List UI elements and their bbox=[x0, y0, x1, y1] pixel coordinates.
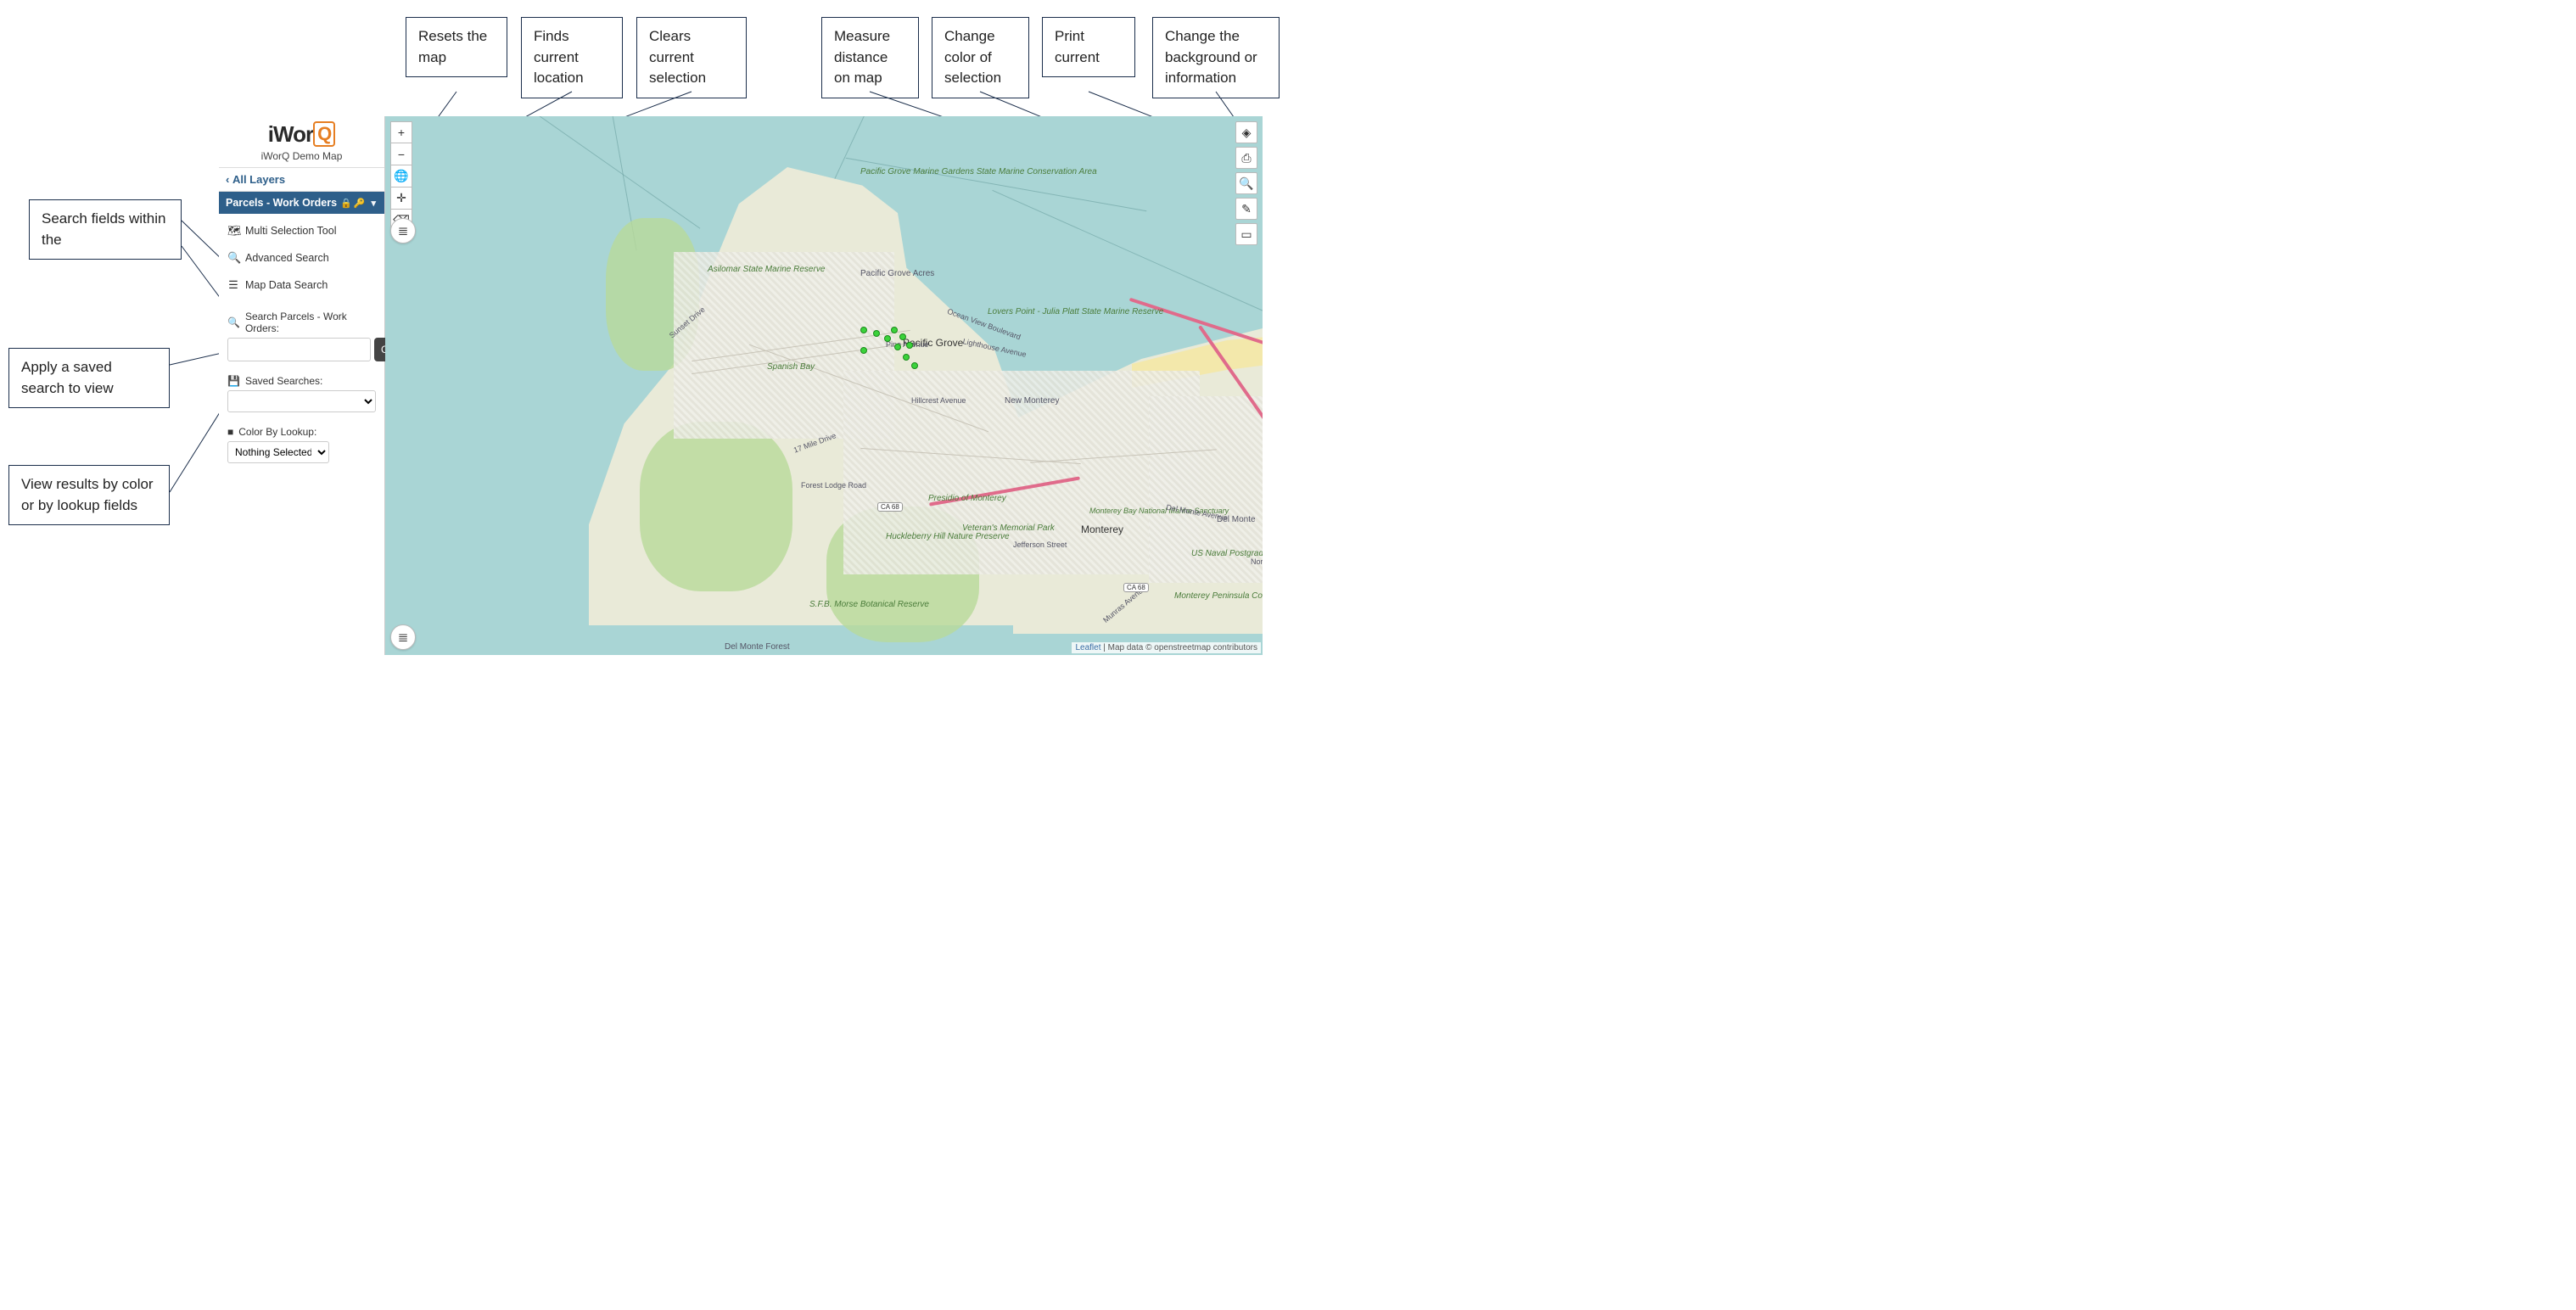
sidebar: iWorQ iWorQ Demo Map All Layers Parcels … bbox=[219, 116, 385, 655]
zoom-out-button[interactable]: − bbox=[390, 143, 412, 165]
active-layer-header[interactable]: Parcels - Work Orders 🔒🔑 ▾ bbox=[219, 192, 384, 214]
callout-clear: Clears current selection bbox=[636, 17, 747, 98]
data-marker[interactable] bbox=[906, 342, 913, 349]
multi-selection-tool[interactable]: 🗺 Multi Selection Tool bbox=[219, 217, 384, 244]
data-marker[interactable] bbox=[894, 344, 901, 350]
place-sfb: S.F.B. Morse Botanical Reserve bbox=[809, 600, 886, 609]
data-marker[interactable] bbox=[860, 327, 867, 333]
place-asilomar: Asilomar State Marine Reserve bbox=[708, 265, 801, 274]
list-icon: ≣ bbox=[398, 630, 409, 645]
callout-saved-search: Apply a saved search to view bbox=[8, 348, 170, 408]
section-text: Search Parcels - Work Orders: bbox=[245, 311, 376, 334]
data-marker[interactable] bbox=[891, 327, 898, 333]
print-icon: ⎙ bbox=[1241, 151, 1251, 165]
active-layer-label: Parcels - Work Orders bbox=[226, 197, 337, 209]
logo-q: Q bbox=[313, 121, 335, 147]
map-data-search-tool[interactable]: ☰ Map Data Search bbox=[219, 272, 384, 299]
crosshair-icon: ✛ bbox=[396, 191, 406, 205]
logo: iWorQ bbox=[219, 116, 384, 150]
tool-label: Multi Selection Tool bbox=[245, 225, 336, 237]
globe-icon: 🌐 bbox=[394, 169, 408, 183]
tool-label: Advanced Search bbox=[245, 252, 329, 264]
shield-ca68-1: CA 68 bbox=[877, 502, 903, 512]
saved-searches-label: 💾 Saved Searches: bbox=[219, 367, 384, 390]
layer-tools: 🗺 Multi Selection Tool 🔍 Advanced Search… bbox=[219, 214, 384, 302]
callout-color-lookup: View results by color or by lookup field… bbox=[8, 465, 170, 525]
road-hillcrest: Hillcrest Avenue bbox=[911, 396, 966, 405]
data-marker[interactable] bbox=[873, 330, 880, 337]
list-icon: ≣ bbox=[398, 223, 409, 238]
advanced-search-tool[interactable]: 🔍 Advanced Search bbox=[219, 244, 384, 272]
callout-search-fields: Search fields within the bbox=[29, 199, 182, 260]
place-spanish-bay: Spanish Bay bbox=[767, 362, 815, 372]
tool-label: Map Data Search bbox=[245, 279, 328, 291]
logo-wor: Wor bbox=[273, 121, 313, 147]
map-canvas[interactable]: Pacific Grove New Monterey Monterey Del … bbox=[385, 116, 1263, 655]
road-jefferson: Jefferson Street bbox=[1013, 540, 1067, 549]
map-attribution: Leaflet | Map data © openstreetmap contr… bbox=[1072, 642, 1261, 653]
active-layer-toggle-icons[interactable]: 🔒🔑 ▾ bbox=[340, 198, 378, 209]
legend-toggle-bottom[interactable]: ≣ bbox=[390, 624, 416, 650]
callout-measure: Measure distance on map bbox=[821, 17, 919, 98]
place-monterey: Monterey bbox=[1081, 523, 1123, 535]
search-parcels-label: 🔍 Search Parcels - Work Orders: bbox=[219, 302, 384, 338]
sliders-icon: ☰ bbox=[227, 278, 239, 292]
shield-ca68-2: CA 68 bbox=[1123, 583, 1149, 592]
search-icon: 🔍 bbox=[1239, 176, 1253, 191]
leaflet-link[interactable]: Leaflet bbox=[1075, 643, 1100, 652]
data-marker[interactable] bbox=[903, 354, 910, 361]
search-icon: 🔍 bbox=[227, 316, 240, 328]
section-text: Saved Searches: bbox=[245, 375, 322, 387]
data-marker[interactable] bbox=[899, 333, 906, 340]
locate-button[interactable]: ✛ bbox=[390, 188, 412, 210]
measure-button[interactable]: ▭ bbox=[1235, 223, 1257, 245]
road-forest-lodge: Forest Lodge Road bbox=[801, 481, 866, 490]
callout-reset: Resets the map bbox=[406, 17, 507, 77]
place-peninsula-cc: Monterey Peninsula Country Club bbox=[1174, 591, 1259, 601]
place-pg-acres: Pacific Grove Acres bbox=[860, 269, 934, 278]
section-text: Color By Lookup: bbox=[238, 426, 316, 438]
place-veterans: Veteran's Memorial Park bbox=[962, 523, 1022, 533]
callout-color: Change color of selection bbox=[932, 17, 1029, 98]
layers-button[interactable]: ◈ bbox=[1235, 121, 1257, 143]
map-controls-left: + − 🌐 ✛ ⌫ bbox=[390, 121, 412, 232]
place-delmonte-forest: Del Monte Forest bbox=[725, 642, 790, 652]
color-selection-button[interactable]: ✎ bbox=[1235, 198, 1257, 220]
map-icon: 🗺 bbox=[227, 224, 239, 238]
callout-locate: Finds current location bbox=[521, 17, 623, 98]
attribution-text: | Map data © openstreetmap contributors bbox=[1100, 643, 1257, 652]
legend-toggle-top[interactable]: ≣ bbox=[390, 218, 416, 244]
search-parcels-input[interactable] bbox=[227, 338, 371, 361]
map-app-window: iWorQ iWorQ Demo Map All Layers Parcels … bbox=[219, 116, 1263, 655]
callout-layers: Change the background or information bbox=[1152, 17, 1280, 98]
save-icon: 💾 bbox=[227, 375, 240, 387]
address-search-button[interactable]: 🔍 bbox=[1235, 172, 1257, 194]
folder-icon: ■ bbox=[227, 426, 233, 438]
saved-searches-select[interactable] bbox=[227, 390, 376, 412]
data-marker[interactable] bbox=[884, 335, 891, 342]
callout-print: Print current bbox=[1042, 17, 1135, 77]
map-controls-right: ◈ ⎙ 🔍 ✎ ▭ bbox=[1235, 121, 1257, 249]
reset-map-button[interactable]: 🌐 bbox=[390, 165, 412, 188]
all-layers-link[interactable]: All Layers bbox=[219, 167, 384, 192]
color-by-lookup-label: ■ Color By Lookup: bbox=[219, 417, 384, 441]
search-icon: 🔍 bbox=[227, 251, 239, 265]
brush-icon: ✎ bbox=[1241, 202, 1252, 216]
place-lovers: Lovers Point - Julia Platt State Marine … bbox=[988, 307, 1081, 316]
color-by-lookup-select[interactable]: Nothing Selected bbox=[227, 441, 329, 463]
place-new-monterey: New Monterey bbox=[1005, 396, 1059, 406]
road-fremont: North Fremont Street bbox=[1251, 557, 1263, 566]
zoom-in-button[interactable]: + bbox=[390, 121, 412, 143]
place-huckleberry: Huckleberry Hill Nature Preserve bbox=[886, 532, 962, 541]
map-title: iWorQ Demo Map bbox=[219, 150, 384, 167]
place-presidio: Presidio of Monterey bbox=[928, 494, 996, 503]
data-marker[interactable] bbox=[860, 347, 867, 354]
place-pg-gardens: Pacific Grove Marine Gardens State Marin… bbox=[860, 167, 971, 176]
ruler-icon: ▭ bbox=[1240, 227, 1252, 242]
print-button[interactable]: ⎙ bbox=[1235, 147, 1257, 169]
layers-icon: ◈ bbox=[1242, 126, 1252, 140]
data-marker[interactable] bbox=[911, 362, 918, 369]
